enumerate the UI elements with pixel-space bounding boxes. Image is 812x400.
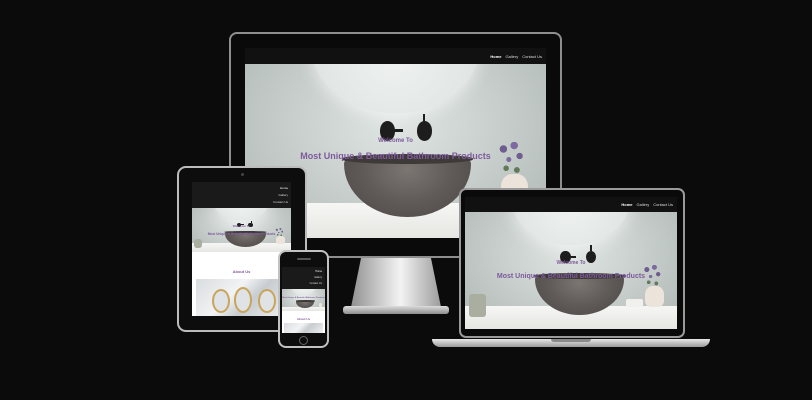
phone-about-title: About Us bbox=[296, 317, 311, 321]
phone-about-image bbox=[284, 323, 323, 333]
desktop-hero-title: Most Unique & Beautiful Bathroom Product… bbox=[300, 151, 491, 161]
tablet-hero-image bbox=[192, 208, 291, 252]
nav-contact-link[interactable]: Contact Us bbox=[653, 203, 673, 207]
laptop-hero-welcome: Welcome To bbox=[556, 260, 586, 266]
tablet-hero-title: Most Unique & Beautiful Bathroom Product… bbox=[207, 232, 276, 236]
nav-gallery-link[interactable]: Gallery bbox=[278, 193, 288, 197]
laptop-hero-title: Most Unique & Beautiful Bathroom Product… bbox=[496, 273, 646, 280]
nav-contact-link[interactable]: Contact Us bbox=[273, 200, 288, 204]
desktop-navbar: Home Gallery Contact Us bbox=[245, 48, 546, 64]
laptop-notch bbox=[551, 339, 591, 342]
desktop-hero-welcome: Welcome To bbox=[378, 138, 413, 144]
nav-contact-link[interactable]: Contact Us bbox=[522, 55, 542, 59]
phone-navbar: Home Gallery Contact Us bbox=[282, 267, 325, 289]
nav-home-link[interactable]: Home bbox=[621, 203, 632, 207]
tablet-camera bbox=[241, 173, 244, 176]
tablet-screen: Home Gallery Contact Us Welcome To Most … bbox=[192, 182, 291, 316]
desktop-stand-foot bbox=[343, 306, 449, 314]
nav-home-link[interactable]: Home bbox=[315, 270, 322, 273]
nav-gallery-link[interactable]: Gallery bbox=[506, 55, 519, 59]
nav-gallery-link[interactable]: Gallery bbox=[637, 203, 650, 207]
nav-home-link[interactable]: Home bbox=[280, 186, 288, 190]
phone-hero-image bbox=[282, 289, 325, 311]
tablet-hero-welcome: Welcome To bbox=[232, 224, 251, 228]
phone-speaker bbox=[297, 258, 311, 260]
desktop-stand bbox=[350, 258, 442, 312]
phone-hero-title: Most Unique & Beautiful Bathroom Product… bbox=[282, 297, 325, 299]
nav-gallery-link[interactable]: Gallery bbox=[314, 276, 322, 279]
phone-home-button bbox=[299, 336, 308, 345]
laptop-hero-image bbox=[465, 212, 677, 329]
phone-screen: Home Gallery Contact Us Most Unique & Be… bbox=[282, 267, 325, 333]
tablet-about-title: About Us bbox=[232, 269, 251, 274]
tablet-navbar: Home Gallery Contact Us bbox=[192, 182, 291, 208]
nav-home-link[interactable]: Home bbox=[490, 55, 501, 59]
laptop-screen: Home Gallery Contact Us Welcome To Most … bbox=[465, 197, 677, 329]
nav-contact-link[interactable]: Contact Us bbox=[310, 282, 322, 285]
laptop-navbar: Home Gallery Contact Us bbox=[465, 197, 677, 212]
tablet-about-image bbox=[196, 279, 287, 316]
